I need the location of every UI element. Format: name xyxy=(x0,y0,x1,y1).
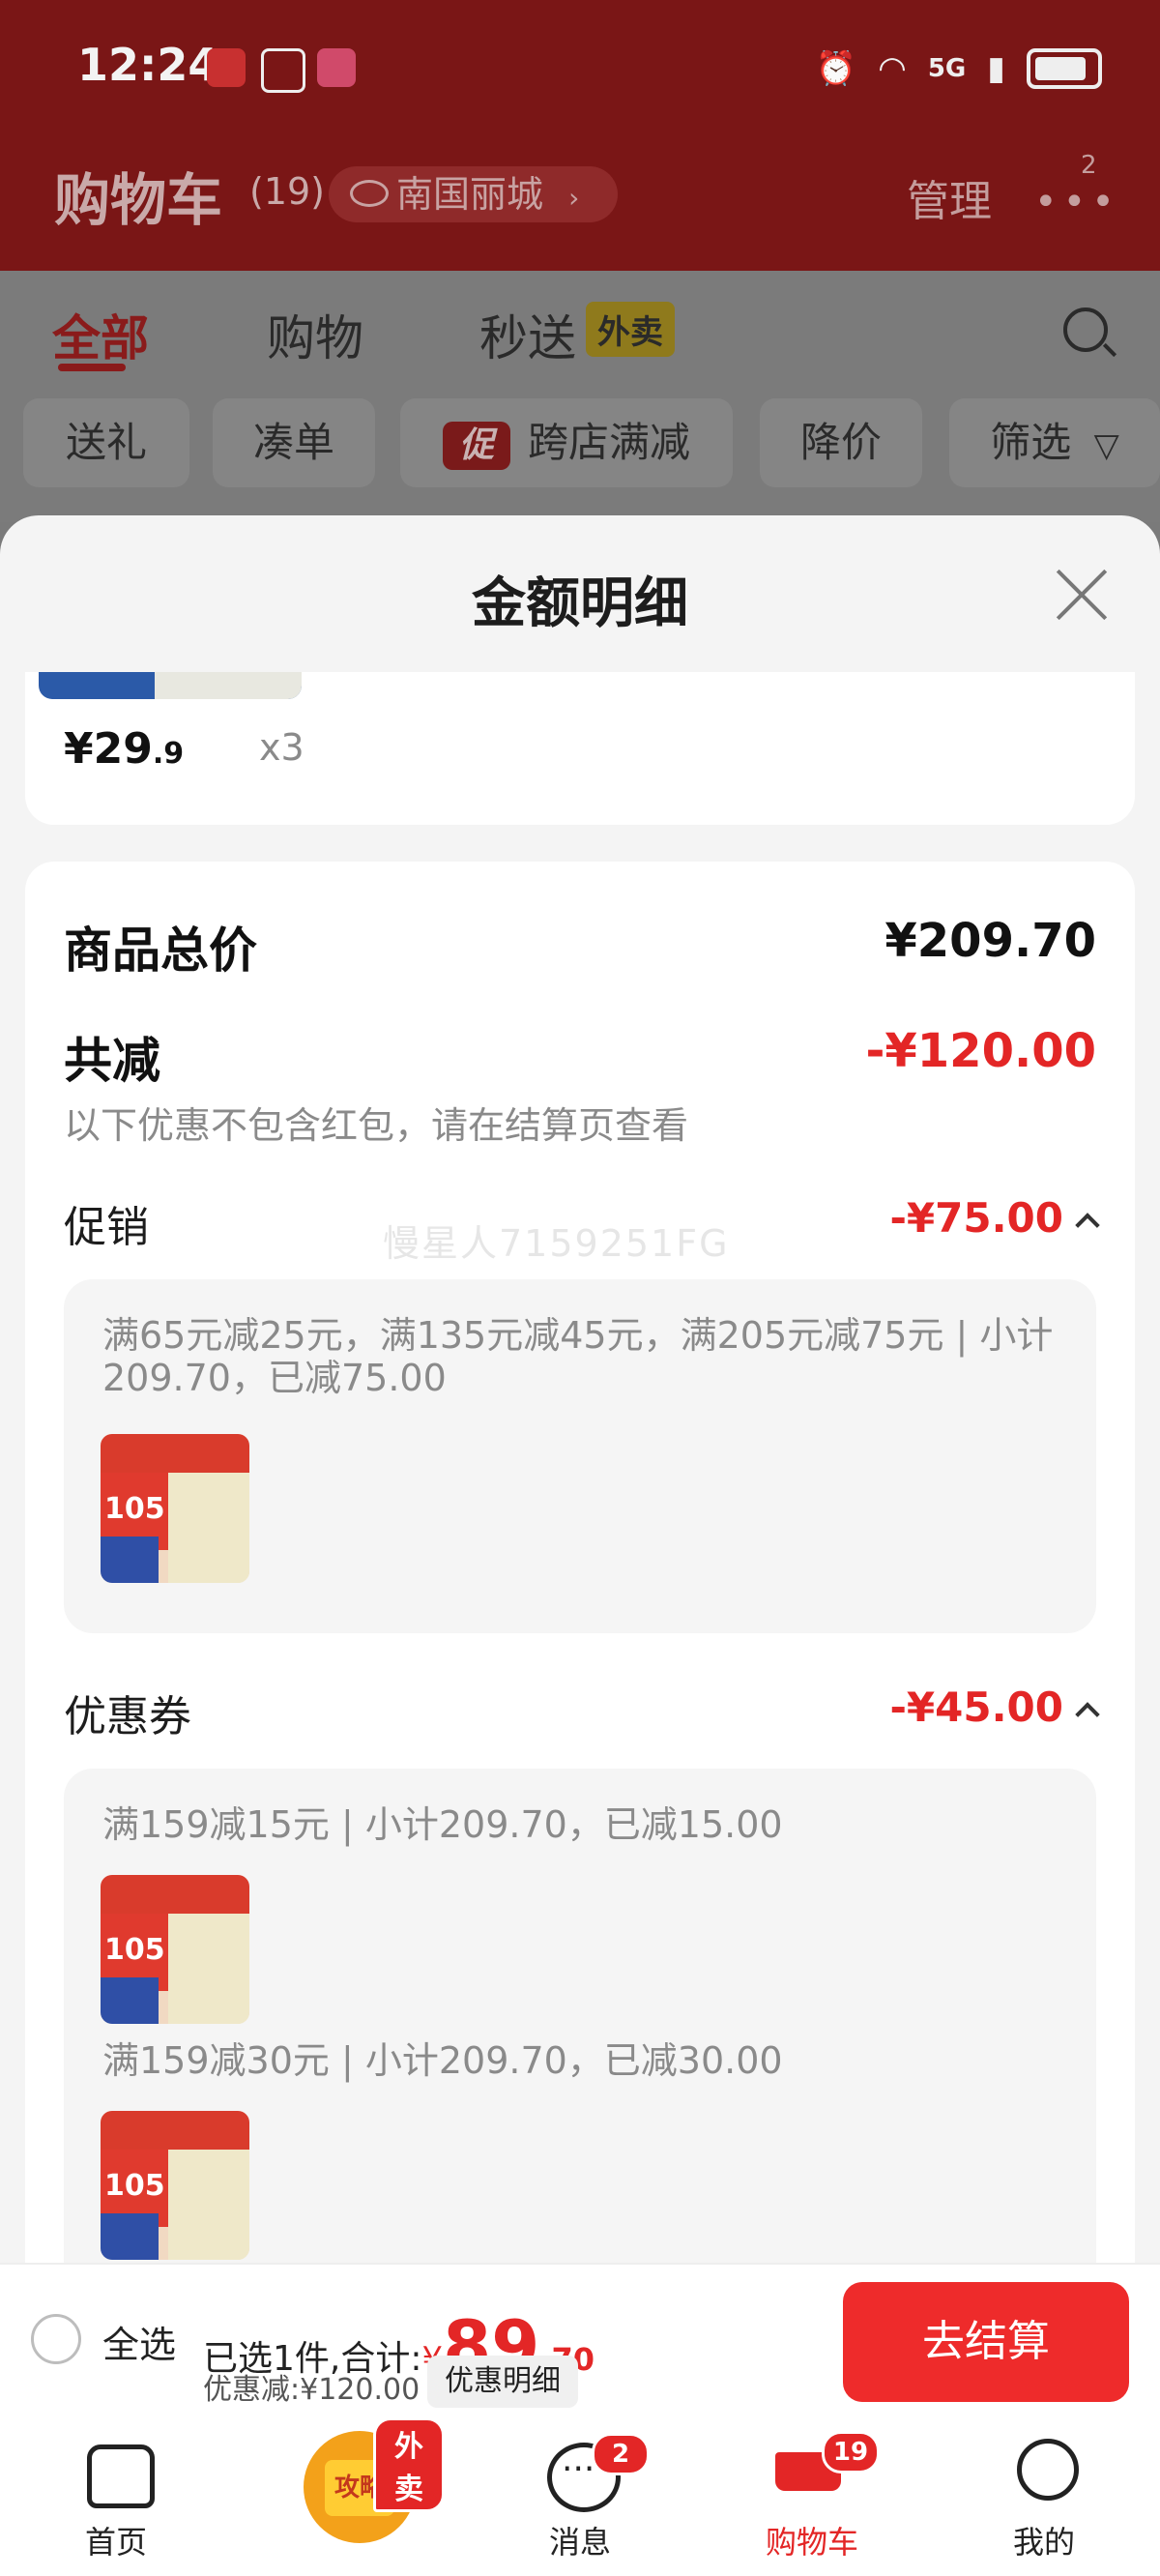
coupon-toggle[interactable]: -¥45.00 xyxy=(677,1683,1100,1731)
nav-cart[interactable]: 19 购物车 xyxy=(715,2421,909,2576)
coupon-product-thumbnail-1[interactable]: 105 xyxy=(101,1875,249,2024)
funnel-icon: ▽ xyxy=(1093,426,1119,465)
takeout-tag: 外卖 xyxy=(586,302,675,357)
filter-cross-store-label: 跨店满减 xyxy=(527,419,690,466)
reduction-label: 共减 xyxy=(64,1033,160,1089)
coupon-rule-2: 满159减30元 | 小计209.70，已减30.00 xyxy=(102,2039,783,2082)
tab-underline xyxy=(58,364,126,371)
checkout-button[interactable]: 去结算 xyxy=(843,2282,1129,2402)
tab-all[interactable]: 全部 xyxy=(52,300,149,369)
eye-icon xyxy=(350,180,389,207)
page-title: 购物车 xyxy=(54,167,223,233)
reduction-value: -¥120.00 xyxy=(865,1024,1096,1078)
takeout-badge: 外卖 xyxy=(373,2417,445,2512)
wifi-icon: ◠ xyxy=(878,49,907,88)
promo-mark-icon: 促 xyxy=(442,421,510,470)
product-thumbnail[interactable] xyxy=(39,672,302,699)
chevron-up-icon xyxy=(1075,1701,1100,1727)
promo-label: 促销 xyxy=(64,1203,149,1252)
filter-bundle[interactable]: 凑单 xyxy=(213,398,375,487)
coupon-product-thumbnail-2[interactable]: 105 xyxy=(101,2111,249,2260)
location-selector[interactable]: 南国丽城 › xyxy=(329,166,619,222)
product-quantity: x3 xyxy=(259,726,304,769)
signal-icon: ▮ xyxy=(987,49,1005,88)
close-icon[interactable] xyxy=(1052,566,1110,624)
sheet-title: 金额明细 xyxy=(472,572,688,635)
total-label: 商品总价 xyxy=(64,922,257,979)
total-value: ¥209.70 xyxy=(884,914,1096,968)
promo-product-thumbnail[interactable]: 105 xyxy=(101,1434,249,1583)
thumbnail-text: 105 xyxy=(104,1492,165,1526)
coupon-rule-1: 满159减15元 | 小计209.70，已减15.00 xyxy=(102,1803,783,1846)
profile-icon xyxy=(1017,2439,1079,2501)
more-badge: 2 xyxy=(1081,151,1097,180)
filter-cross-store[interactable]: 促跨店满减 xyxy=(400,398,733,487)
filter-price-drop[interactable]: 降价 xyxy=(760,398,922,487)
reduction-note: 以下优惠不包含红包，请在结算页查看 xyxy=(64,1104,689,1147)
nav-me[interactable]: 我的 xyxy=(947,2421,1141,2576)
watermark: 慢星人7159251FG xyxy=(383,1222,730,1265)
home-icon xyxy=(87,2444,155,2508)
filter-button[interactable]: 筛选 ▽ xyxy=(949,398,1160,487)
filter-gift[interactable]: 送礼 xyxy=(23,398,189,487)
network-label: 5G xyxy=(927,54,967,83)
tab-instant[interactable]: 秒送 xyxy=(479,300,576,369)
manage-button[interactable]: 管理 xyxy=(907,166,992,228)
status-bar: 12:24 ⏰ ◠ 5G ▮ xyxy=(0,0,1160,135)
promo-rule: 满65元减25元，满135元减45元，满205元减75元 | 小计209.70，… xyxy=(102,1314,1054,1399)
hand-icon xyxy=(261,48,305,93)
nav-guide[interactable]: 攻略 外卖 xyxy=(251,2417,445,2576)
coupon-value: -¥45.00 xyxy=(889,1683,1063,1731)
status-time: 12:24 xyxy=(77,39,219,91)
discount-detail-button[interactable]: 优惠明细 xyxy=(427,2356,578,2408)
status-right: ⏰ ◠ 5G ▮ xyxy=(816,44,1102,93)
promo-detail-box: 满65元减25元，满135元减45元，满205元减75元 | 小计209.70，… xyxy=(64,1279,1096,1633)
messages-badge: 2 xyxy=(592,2433,650,2475)
cart-count: (19) xyxy=(249,170,326,213)
nav-home[interactable]: 首页 xyxy=(19,2421,213,2576)
chevron-right-icon: › xyxy=(568,182,580,214)
chevron-up-icon xyxy=(1075,1212,1100,1238)
promo-value: -¥75.00 xyxy=(889,1194,1063,1242)
nav-messages[interactable]: 2 消息 xyxy=(483,2421,677,2576)
cart-badge: 19 xyxy=(822,2431,880,2474)
product-price: ¥29.9 xyxy=(64,724,185,774)
coupon-label: 优惠券 xyxy=(64,1692,191,1742)
alarm-icon: ⏰ xyxy=(815,49,857,88)
promo-toggle[interactable]: -¥75.00 xyxy=(677,1194,1100,1242)
app-notification-icon xyxy=(207,48,246,87)
search-icon[interactable] xyxy=(1063,307,1108,352)
battery-icon xyxy=(1027,48,1102,89)
select-all-label[interactable]: 全选 xyxy=(102,2315,176,2368)
select-all-checkbox[interactable] xyxy=(31,2314,81,2364)
filter-label: 筛选 xyxy=(990,419,1072,466)
discount-amount: 优惠减:¥120.00 xyxy=(203,2373,420,2407)
app-notification-icon-2 xyxy=(317,48,356,87)
more-icon[interactable]: ••• xyxy=(1034,180,1120,224)
tab-shopping[interactable]: 购物 xyxy=(267,300,363,369)
location-label: 南国丽城 xyxy=(396,173,544,216)
